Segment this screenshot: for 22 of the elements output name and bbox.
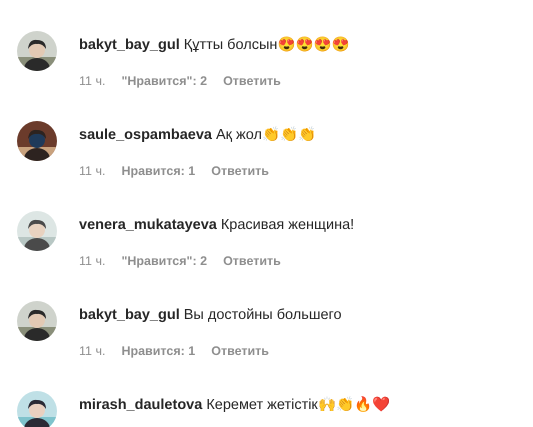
reply-link[interactable]: Ответить — [211, 344, 269, 358]
username-link[interactable]: bakyt_bay_gul — [79, 307, 180, 323]
comment-text: Красивая женщина! — [220, 217, 354, 233]
likes-count[interactable]: Нравится: 1 — [121, 164, 196, 178]
reply-link[interactable]: Ответить — [211, 164, 269, 178]
comment-time: 11 ч. — [79, 344, 106, 358]
likes-count[interactable]: Нравится: 1 — [121, 344, 196, 358]
username-link[interactable]: saule_ospambaeva — [79, 127, 212, 143]
reply-link[interactable]: Ответить — [223, 254, 281, 268]
comment-text: Құтты болсын😍😍😍😍 — [184, 37, 350, 53]
comment-time: 11 ч. — [79, 254, 106, 268]
comment-time: 11 ч. — [79, 164, 106, 178]
comment-text: Керемет жетістік🙌👏🔥❤ — [206, 397, 390, 413]
comment-text: Вы достойны большего — [184, 307, 342, 323]
username-link[interactable]: venera_mukatayeva — [79, 217, 217, 233]
reply-link[interactable]: Ответить — [223, 74, 281, 88]
likes-count[interactable]: "Нравится": 2 — [121, 254, 208, 268]
comment-time: 11 ч. — [79, 74, 106, 88]
comment-text: Ақ жол👏👏👏 — [216, 127, 316, 143]
username-link[interactable]: bakyt_bay_gul — [79, 37, 180, 53]
username-link[interactable]: mirash_dauletova — [79, 397, 202, 413]
likes-count[interactable]: "Нравится": 2 — [121, 74, 208, 88]
